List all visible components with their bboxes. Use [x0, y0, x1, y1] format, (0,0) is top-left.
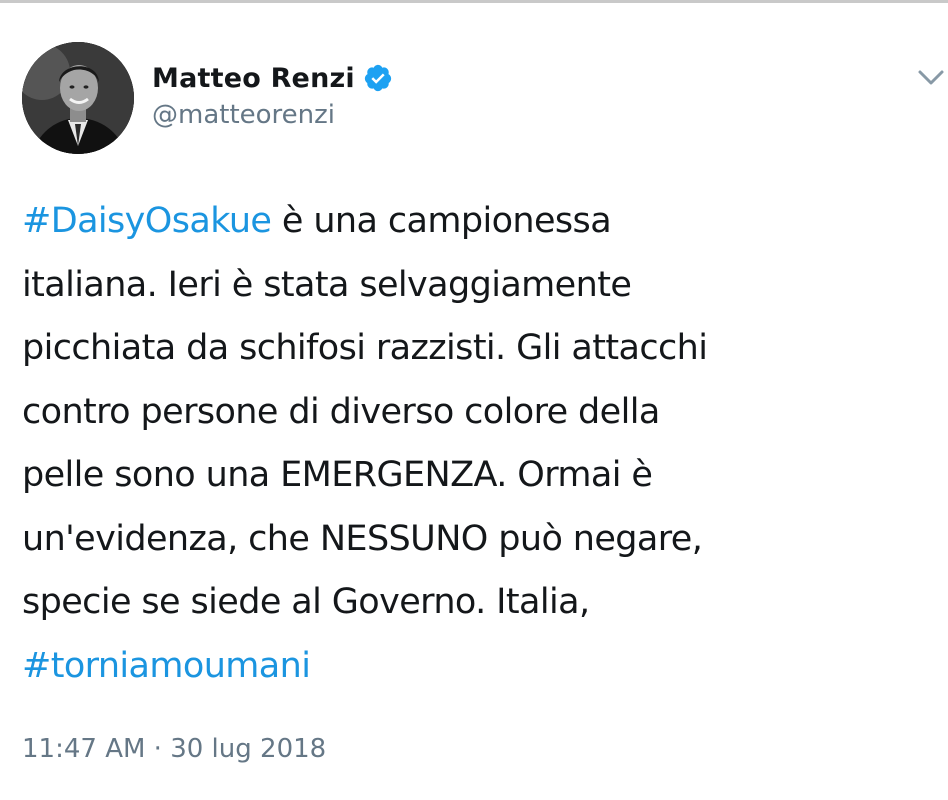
- author-display-name[interactable]: Matteo Renzi: [152, 63, 355, 94]
- tweet-text: #DaisyOsakue è una campionessa italiana.…: [22, 190, 942, 698]
- hashtag-link[interactable]: #torniamoumani: [22, 646, 311, 686]
- tweet-line: contro persone di diverso colore della: [22, 391, 660, 432]
- tweet-line: pelle sono una EMERGENZA. Ormai è: [22, 455, 653, 495]
- author-handle[interactable]: @matteorenzi: [152, 100, 335, 130]
- tweet-line: #DaisyOsakue è una campionessa: [22, 190, 942, 254]
- tweet-timestamp[interactable]: 11:47 AM · 30 lug 2018: [22, 734, 326, 764]
- profile-photo-icon: [22, 42, 134, 154]
- tweet-line: specie se siede al Governo. Italia,: [22, 582, 590, 622]
- tweet-line-text: è una campionessa: [271, 201, 612, 241]
- tweet-line: un'evidenza, che NESSUNO può negare,: [22, 518, 703, 559]
- tweet-card: Matteo Renzi @matteorenzi #DaisyOsakue è…: [0, 0, 948, 800]
- avatar[interactable]: [22, 42, 134, 154]
- tweet-line: #torniamoumani: [22, 635, 942, 699]
- verified-badge-icon: [363, 63, 393, 93]
- tweet-line: italiana. Ieri è stata selvaggiamente: [22, 264, 632, 305]
- author-name-row: Matteo Renzi: [152, 58, 393, 98]
- chevron-down-icon[interactable]: [914, 64, 948, 92]
- tweet-line: picchiata da schifosi razzisti. Gli atta…: [22, 328, 708, 368]
- hashtag-link[interactable]: #DaisyOsakue: [22, 201, 272, 241]
